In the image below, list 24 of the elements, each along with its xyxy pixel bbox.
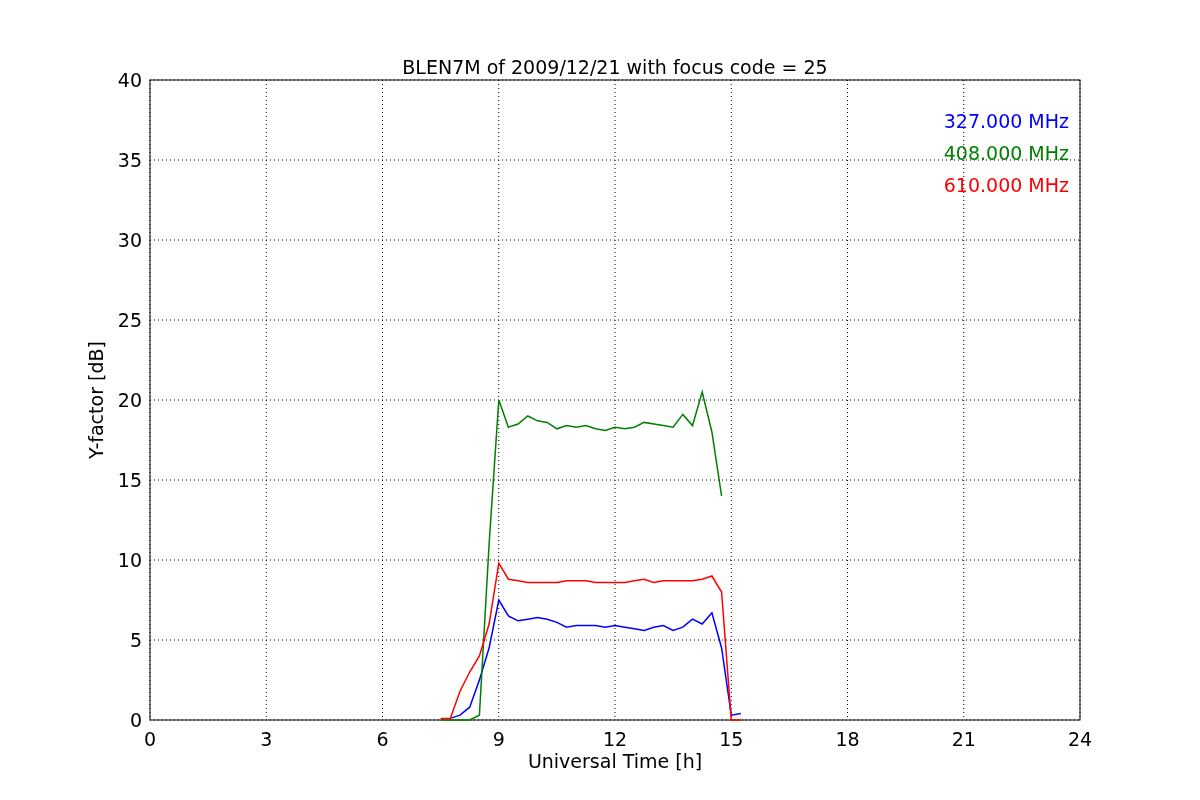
x-tick-label: 15 — [719, 728, 744, 750]
y-tick-label: 10 — [117, 549, 142, 571]
x-tick-label: 9 — [492, 728, 505, 750]
y-tick-label: 15 — [117, 469, 142, 491]
legend-entry: 327.000 MHz — [943, 110, 1069, 132]
chart-title: BLEN7M of 2009/12/21 with focus code = 25 — [402, 56, 828, 78]
y-tick-label: 25 — [117, 309, 142, 331]
y-tick-label: 35 — [117, 149, 142, 171]
legend-entry: 408.000 MHz — [943, 142, 1069, 164]
x-tick-label: 0 — [143, 728, 157, 750]
x-tick-label: 24 — [1067, 728, 1093, 750]
x-tick-label: 3 — [260, 728, 273, 750]
y-tick-label: 20 — [117, 389, 142, 411]
y-axis-label: Y-factor [dB] — [85, 341, 107, 459]
x-tick-label: 6 — [376, 728, 389, 750]
x-tick-label: 12 — [602, 728, 628, 750]
legend-entry: 610.000 MHz — [943, 174, 1069, 196]
x-tick-label: 21 — [951, 728, 976, 750]
y-tick-label: 40 — [117, 69, 142, 91]
x-axis-label: Universal Time [h] — [527, 750, 703, 772]
y-tick-label: 5 — [129, 629, 142, 651]
y-tick-label: 0 — [129, 709, 142, 731]
y-tick-label: 30 — [117, 229, 142, 251]
x-tick-label: 18 — [835, 728, 860, 750]
